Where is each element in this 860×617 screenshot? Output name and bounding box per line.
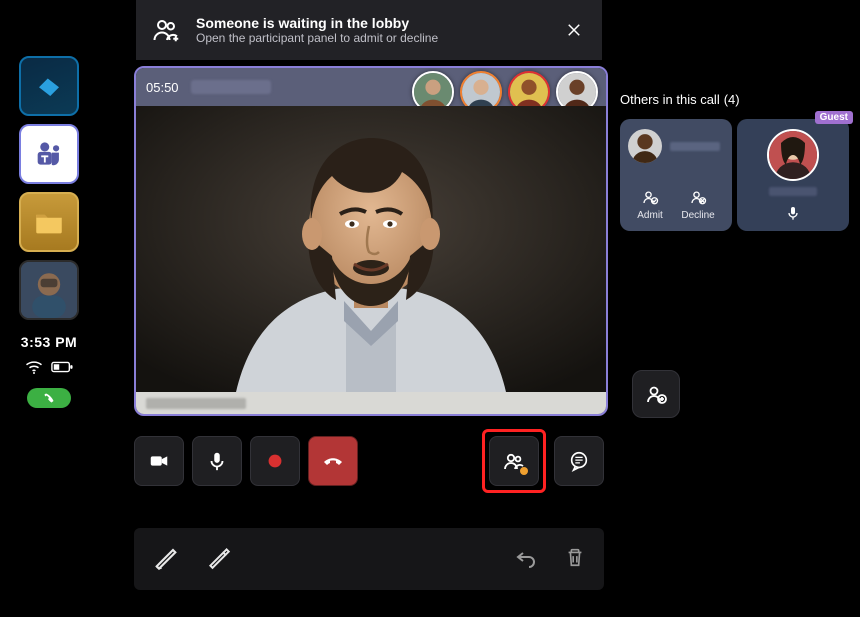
participant-name-redacted bbox=[769, 187, 817, 196]
admit-icon bbox=[641, 188, 659, 206]
pen-icon bbox=[206, 544, 232, 570]
annotation-tray bbox=[134, 528, 604, 590]
video-header-bar: 05:50 bbox=[136, 68, 606, 106]
record-button[interactable] bbox=[250, 436, 300, 486]
video-body bbox=[136, 106, 606, 392]
undo-button[interactable] bbox=[514, 545, 538, 574]
decline-icon bbox=[689, 188, 707, 206]
wifi-icon bbox=[25, 360, 43, 374]
participants-button-highlight bbox=[482, 429, 546, 493]
add-participant-button[interactable] bbox=[632, 370, 680, 418]
phone-icon bbox=[43, 392, 55, 404]
hangup-icon bbox=[321, 449, 345, 473]
others-panel-title: Others in this call bbox=[620, 92, 720, 107]
lobby-close-button[interactable] bbox=[560, 16, 588, 44]
highlighter-tool[interactable] bbox=[152, 543, 180, 576]
chat-button[interactable] bbox=[554, 436, 604, 486]
app-tile-teams[interactable] bbox=[19, 124, 79, 184]
participant-mic-status[interactable] bbox=[785, 205, 801, 221]
app-tile-user[interactable] bbox=[19, 260, 79, 320]
workspace-icon bbox=[34, 71, 64, 101]
user-avatar-icon bbox=[21, 262, 77, 318]
notification-dot bbox=[520, 467, 528, 475]
highlighter-icon bbox=[152, 543, 180, 571]
speaker-video-placeholder bbox=[136, 106, 606, 392]
folder-icon bbox=[32, 205, 66, 239]
clock-label: 3:53 PM bbox=[21, 334, 77, 350]
delete-button[interactable] bbox=[564, 546, 586, 573]
meeting-title-redacted bbox=[191, 80, 271, 94]
microphone-button[interactable] bbox=[192, 436, 242, 486]
undo-icon bbox=[514, 545, 538, 569]
status-icons-row bbox=[25, 360, 73, 374]
left-app-rail: 3:53 PM bbox=[14, 56, 84, 408]
app-tile-files[interactable] bbox=[19, 192, 79, 252]
app-tile-workspace[interactable] bbox=[19, 56, 79, 116]
video-footer-bar bbox=[136, 392, 606, 414]
microphone-icon bbox=[785, 205, 801, 221]
speaker-name-redacted bbox=[146, 398, 246, 409]
camera-button[interactable] bbox=[134, 436, 184, 486]
lobby-title: Someone is waiting in the lobby bbox=[196, 15, 548, 31]
lobby-notification-banner: Someone is waiting in the lobby Open the… bbox=[136, 0, 602, 60]
teams-icon bbox=[32, 137, 66, 171]
person-add-icon bbox=[644, 382, 668, 406]
battery-icon bbox=[51, 361, 73, 373]
admit-button[interactable]: Admit bbox=[637, 187, 663, 221]
lobby-subtitle: Open the participant panel to admit or d… bbox=[196, 31, 548, 45]
participant-card-lobby: Admit Decline bbox=[620, 119, 732, 231]
chat-icon bbox=[568, 450, 590, 472]
call-timer: 05:50 bbox=[146, 80, 179, 95]
record-icon bbox=[264, 450, 286, 472]
others-panel: Others in this call (4) bbox=[620, 92, 860, 231]
people-add-icon bbox=[152, 15, 182, 45]
microphone-icon bbox=[206, 450, 228, 472]
participant-card-guest: Guest bbox=[737, 119, 849, 231]
camera-icon bbox=[148, 450, 170, 472]
participant-avatar[interactable] bbox=[767, 129, 819, 181]
participant-avatar[interactable] bbox=[628, 129, 662, 163]
call-control-bar bbox=[134, 432, 604, 490]
trash-icon bbox=[564, 546, 586, 568]
participants-button[interactable] bbox=[489, 436, 539, 486]
close-icon bbox=[565, 21, 583, 39]
end-call-button[interactable] bbox=[308, 436, 358, 486]
admit-label: Admit bbox=[637, 210, 663, 221]
others-panel-count: (4) bbox=[724, 92, 740, 107]
main-video-tile[interactable]: 05:50 bbox=[134, 66, 608, 416]
guest-badge: Guest bbox=[815, 111, 853, 124]
pen-tool[interactable] bbox=[206, 544, 232, 575]
active-call-pill[interactable] bbox=[27, 388, 71, 408]
decline-label: Decline bbox=[681, 210, 714, 221]
decline-button[interactable]: Decline bbox=[681, 187, 714, 221]
participant-name-redacted bbox=[670, 142, 720, 151]
